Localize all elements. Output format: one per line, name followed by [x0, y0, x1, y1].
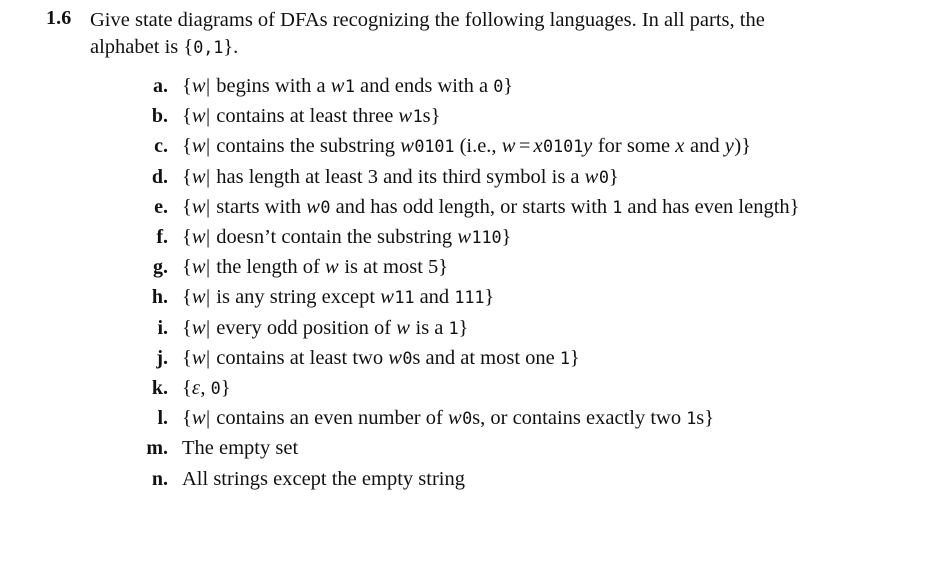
exercise-prompt-line2-suffix: }. — [223, 36, 239, 59]
exercise-number: 1.6 — [46, 7, 72, 29]
exercise-header: 1.6 Give state diagrams of DFAs recogniz… — [0, 0, 942, 62]
part-label: m. — [146, 437, 168, 460]
list-item: h. {w| is any string except w11 and 111} — [0, 282, 942, 312]
exercise-block: 1.6 Give state diagrams of DFAs recogniz… — [0, 0, 942, 494]
list-item: a. {w| begins with a w1 and ends with a 0… — [0, 71, 942, 101]
list-item: l. {w| contains an even number of w0s, or… — [0, 403, 942, 433]
part-label: c. — [154, 135, 168, 158]
part-text: {w| contains at least three w1s} — [182, 105, 441, 128]
list-item: c. {w| contains the substring w0101 (i.e.… — [0, 131, 942, 161]
part-label: n. — [151, 467, 168, 490]
part-label: g. — [153, 256, 168, 279]
part-text: {w| has length at least 3 and its third … — [182, 165, 619, 188]
part-text: The empty set — [182, 437, 298, 459]
list-item: b. {w| contains at least three w1s} — [0, 101, 942, 131]
part-label: j. — [156, 346, 168, 369]
part-label: l. — [157, 407, 168, 430]
list-item: j. {w| contains at least two w0s and at m… — [0, 343, 942, 373]
exercise-prompt-line1: Give state diagrams of DFAs recognizing … — [90, 9, 765, 31]
part-text: {ε, 0} — [182, 376, 231, 399]
part-text: {w| doesn’t contain the substring w110} — [182, 225, 512, 248]
part-label: e. — [154, 195, 168, 218]
list-item: f. {w| doesn’t contain the substring w110… — [0, 222, 942, 252]
part-label: a. — [153, 74, 168, 97]
parts-list: a. {w| begins with a w1 and ends with a 0… — [0, 71, 942, 494]
list-item: m. The empty set — [0, 433, 942, 463]
exercise-prompt-alphabet: 0,1 — [193, 37, 224, 58]
part-label: d. — [151, 165, 168, 188]
part-text: {w| every odd position of w is a 1} — [182, 316, 469, 339]
list-item: d. {w| has length at least 3 and its thir… — [0, 162, 942, 192]
list-item: k. {ε, 0} — [0, 373, 942, 403]
part-text: {w| begins with a w1 and ends with a 0} — [182, 74, 514, 97]
list-item: e. {w| starts with w0 and has odd length,… — [0, 192, 942, 222]
part-text: {w| is any string except w11 and 111} — [182, 286, 495, 309]
part-text: {w| contains the substring w0101 (i.e., … — [182, 135, 752, 158]
exercise-prompt-line2-prefix: alphabet is { — [90, 36, 194, 59]
part-text: {w| contains at least two w0s and at mos… — [182, 346, 580, 369]
part-label: b. — [151, 105, 168, 128]
part-label: i. — [157, 316, 168, 339]
part-text: {w| contains an even number of w0s, or c… — [182, 407, 715, 430]
part-text: {w| starts with w0 and has odd length, o… — [182, 195, 800, 218]
part-plain-text: The empty set — [182, 437, 299, 460]
part-label: f. — [156, 225, 168, 248]
exercise-prompt: Give state diagrams of DFAs recognizing … — [90, 7, 912, 62]
part-text: {w| the length of w is at most 5} — [182, 256, 449, 279]
part-plain-text: All strings except the empty string — [182, 467, 465, 490]
part-text: All strings except the empty string — [182, 468, 465, 490]
list-item: g. {w| the length of w is at most 5} — [0, 252, 942, 282]
part-label: h. — [151, 286, 168, 309]
part-label: k. — [151, 376, 168, 399]
list-item: i. {w| every odd position of w is a 1} — [0, 313, 942, 343]
list-item: n. All strings except the empty string — [0, 464, 942, 494]
